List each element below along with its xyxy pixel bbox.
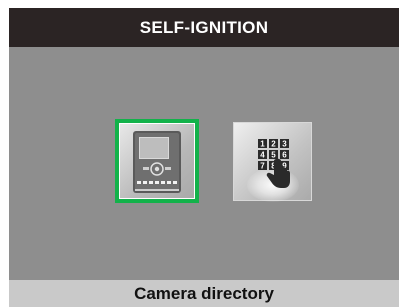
keypad-tile[interactable]: 123456789 (233, 122, 312, 202)
keypad-digit: 3 (282, 140, 287, 149)
keypad-digit: 5 (271, 151, 276, 160)
keypad-hand-icon: 1 2 34 5 67 8 9 (258, 139, 290, 188)
device-screen: SELF-IGNITION 123456789 Camera directory (9, 8, 399, 307)
keypad-digit: 4 (260, 151, 265, 160)
footer-label: Camera directory (134, 283, 274, 303)
keypad-digit: 6 (282, 151, 287, 160)
videophone-tile-selected[interactable] (115, 119, 199, 203)
keypad-digit: 2 (271, 140, 276, 149)
title-bar: SELF-IGNITION (9, 8, 399, 47)
videophone-icon (133, 131, 181, 193)
keypad-digit: 7 (260, 162, 265, 171)
footer-label-bar: Camera directory (9, 280, 399, 307)
keypad-digit: 1 (260, 140, 265, 149)
screen-title: SELF-IGNITION (139, 17, 269, 37)
